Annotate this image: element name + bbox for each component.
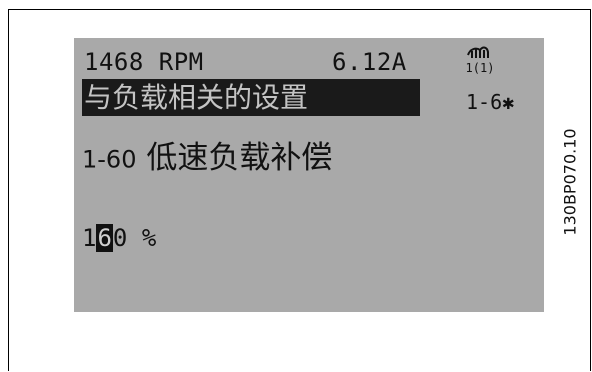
mode-number: 1(1) bbox=[466, 61, 495, 74]
value-cursor[interactable]: 6 bbox=[96, 224, 113, 252]
speed-readout: 1468 RPM bbox=[84, 48, 204, 76]
current-readout: 6.12A bbox=[332, 48, 407, 76]
parameter-name: 低速负载补偿 bbox=[146, 140, 333, 176]
figure-code: 130BP070.10 bbox=[560, 128, 580, 236]
value-unit: % bbox=[141, 224, 157, 252]
menu-group-title: 与负载相关的设置 bbox=[82, 79, 420, 116]
parameter-number: 1-60 bbox=[82, 145, 137, 174]
hand-icon: 1(1) bbox=[466, 46, 495, 74]
parameter-value-line: 160 % bbox=[82, 224, 156, 252]
value-suffix: 0 bbox=[112, 224, 128, 252]
lcd-display: 1468 RPM 6.12A 1(1) 与负载相关的设置 1-6✱ 1-60 低… bbox=[74, 38, 544, 312]
parameter-title: 1-60 低速负载补偿 bbox=[82, 132, 332, 177]
value-prefix: 1 bbox=[82, 224, 97, 252]
menu-group-index: 1-6✱ bbox=[466, 90, 515, 114]
